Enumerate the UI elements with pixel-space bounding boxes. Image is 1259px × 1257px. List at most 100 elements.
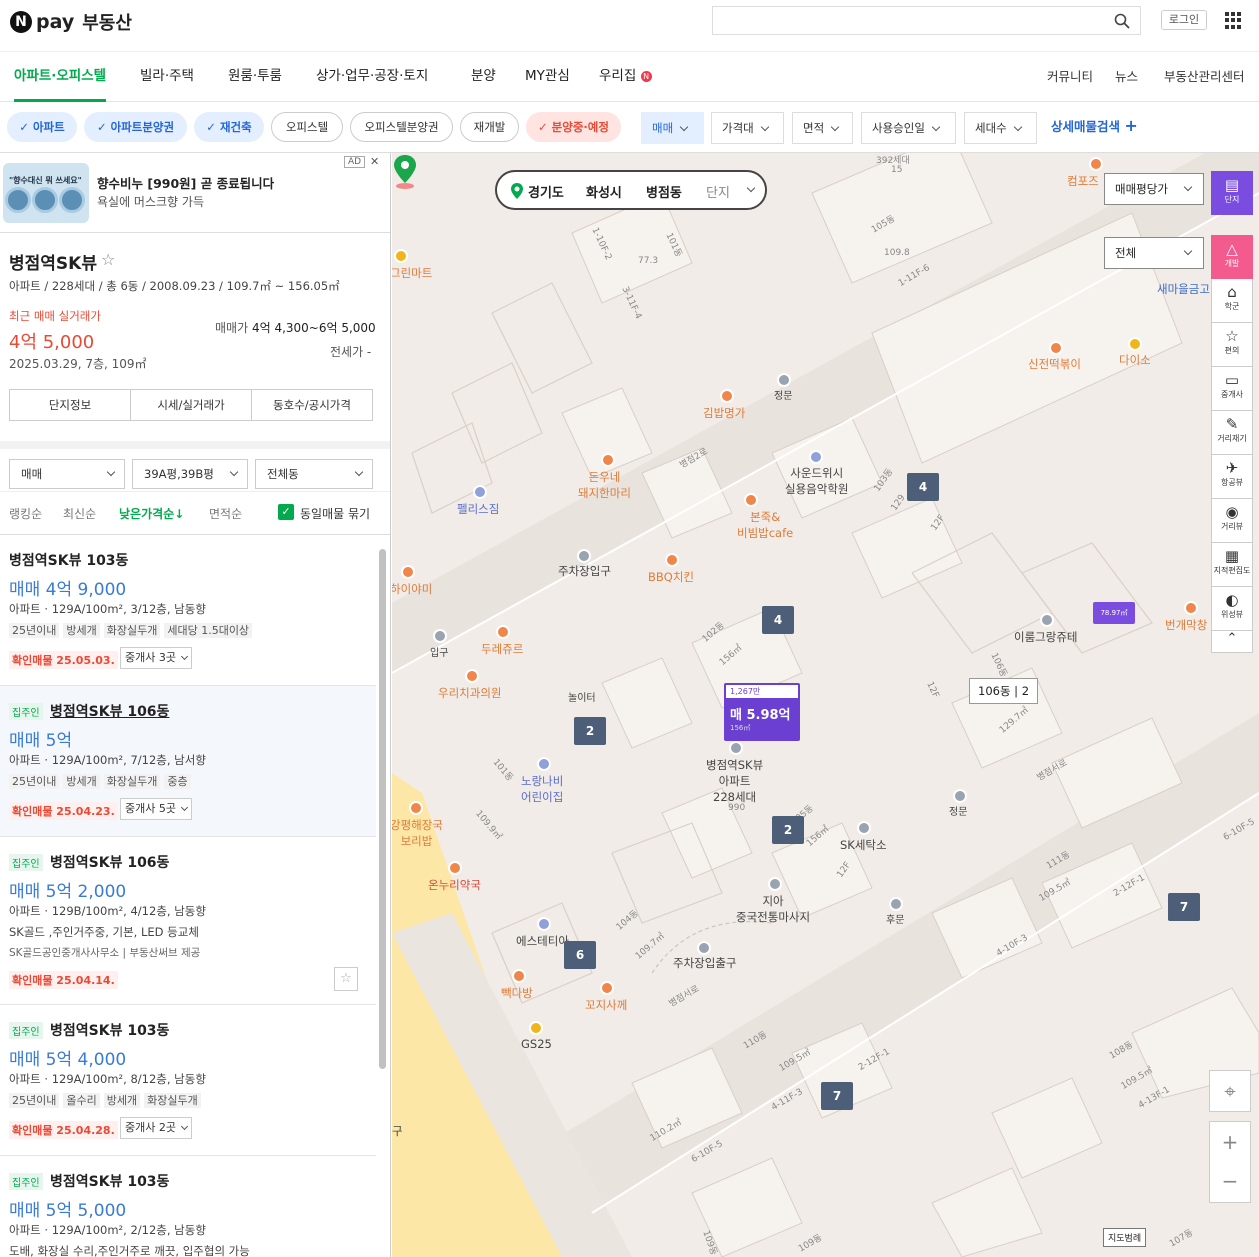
listing-item[interactable]: 집주인 병점역SK뷰 106동 매매 5억 2,000 아파트 · 129B/1… bbox=[0, 837, 376, 1005]
academy-icon[interactable] bbox=[809, 450, 823, 464]
restaurant-icon[interactable] bbox=[409, 801, 423, 815]
poi-label[interactable]: 하이야미 bbox=[392, 581, 432, 597]
chip-apartment[interactable]: ✓ 아파트 bbox=[7, 112, 77, 142]
login-button[interactable]: 로그인 bbox=[1161, 10, 1207, 30]
select-area[interactable]: 면적 bbox=[792, 112, 853, 144]
favorite-star-icon[interactable]: ☆ bbox=[334, 967, 358, 991]
tool-aerial[interactable]: ✈ 항공뷰 bbox=[1211, 455, 1253, 499]
listing-area-select[interactable]: 39A평,39B평 bbox=[132, 459, 248, 489]
poi-label[interactable]: 후문 bbox=[886, 911, 904, 926]
collapse-toolbar-button[interactable]: ⌃ bbox=[1211, 631, 1253, 653]
tool-cadastral[interactable]: ▦ 지적편집도 bbox=[1211, 543, 1253, 587]
poi-label[interactable]: 두레쥬르 bbox=[481, 641, 523, 657]
poi-label[interactable]: 우리치과의원 bbox=[438, 685, 501, 701]
selected-location-pin-icon[interactable] bbox=[392, 153, 418, 189]
poi-label[interactable]: 펠리스짐 bbox=[457, 501, 499, 517]
restaurant-icon[interactable] bbox=[1049, 341, 1063, 355]
poi-label[interactable]: GS25 bbox=[521, 1037, 552, 1051]
gate-icon[interactable] bbox=[889, 897, 903, 911]
agent-count-dropdown[interactable]: 중개사 2곳 bbox=[120, 1117, 192, 1139]
agent-count-dropdown[interactable]: 중개사 3곳 bbox=[120, 647, 192, 669]
sort-latest[interactable]: 최신순 bbox=[63, 505, 96, 522]
tab-villa[interactable]: 빌라·주택 bbox=[140, 52, 194, 102]
restaurant-icon[interactable] bbox=[744, 493, 758, 507]
tool-development[interactable]: △ 개발 bbox=[1211, 235, 1253, 279]
poi-label[interactable]: 김밥명가 bbox=[703, 405, 745, 421]
poi-label[interactable]: SK세탁소 bbox=[840, 837, 887, 853]
poi-label[interactable]: 지아 중국전통마사지 bbox=[736, 893, 810, 925]
nav-news[interactable]: 뉴스 bbox=[1115, 52, 1138, 102]
nav-community[interactable]: 커뮤니티 bbox=[1047, 52, 1093, 102]
mart-icon[interactable] bbox=[394, 249, 408, 263]
tool-distance[interactable]: ✎ 거리재기 bbox=[1211, 411, 1253, 455]
gym-icon[interactable] bbox=[473, 485, 487, 499]
poi-label[interactable]: 놀이터 bbox=[568, 689, 596, 704]
region-breadcrumb[interactable]: 경기도 화성시 병점동 단지 bbox=[495, 170, 767, 210]
restaurant-icon[interactable] bbox=[1184, 601, 1198, 615]
chip-reconstruction[interactable]: ✓ 재건축 bbox=[194, 112, 264, 142]
gate-icon[interactable] bbox=[777, 373, 791, 387]
poi-label[interactable]: 빽다방 bbox=[501, 985, 533, 1001]
poi-label[interactable]: 사운드위시 실용음악학원 bbox=[785, 465, 848, 497]
my-location-button[interactable]: ⌖ bbox=[1209, 1070, 1251, 1112]
nav-management-center[interactable]: 부동산관리센터 bbox=[1164, 52, 1245, 102]
tool-agent[interactable]: ▭ 중개사 bbox=[1211, 367, 1253, 411]
map-filter-select[interactable]: 전체 bbox=[1104, 237, 1204, 269]
poi-label[interactable]: 온누리약국 bbox=[428, 877, 481, 893]
convenience-store-icon[interactable] bbox=[529, 1021, 543, 1035]
tab-oneroom[interactable]: 원룸·투룸 bbox=[228, 52, 282, 102]
tab-unit-price[interactable]: 동호수/공시가격 bbox=[252, 390, 372, 420]
pharmacy-icon[interactable] bbox=[448, 861, 462, 875]
bakery-icon[interactable] bbox=[496, 625, 510, 639]
poi-label[interactable]: 컴포즈 bbox=[1067, 173, 1099, 189]
zoom-out-button[interactable]: − bbox=[1209, 1161, 1251, 1203]
listing-cluster[interactable]: 4 bbox=[907, 473, 939, 501]
listing-cluster[interactable]: 2 bbox=[574, 717, 606, 745]
detail-search-button[interactable]: 상세매물검색 + bbox=[1051, 116, 1138, 135]
hospital-icon[interactable] bbox=[465, 669, 479, 683]
naver-pay-logo[interactable]: N pay 부동산 bbox=[10, 9, 132, 35]
poi-label[interactable]: 주차장입구 bbox=[558, 563, 611, 579]
restaurant-icon[interactable] bbox=[600, 981, 614, 995]
listing-item[interactable]: 집주인 병점역SK뷰 103동 매매 5억 4,000 아파트 · 129A/1… bbox=[0, 1005, 376, 1156]
tool-school[interactable]: ⌂ 학군 bbox=[1211, 279, 1253, 323]
building-tag[interactable]: 106동 | 2 bbox=[969, 678, 1039, 704]
breadcrumb-city[interactable]: 화성시 bbox=[586, 182, 622, 201]
poi-label[interactable]: 신전떡볶이 bbox=[1028, 356, 1081, 372]
search-icon[interactable] bbox=[1114, 13, 1130, 29]
breadcrumb-province[interactable]: 경기도 bbox=[528, 182, 564, 201]
cafe-icon[interactable] bbox=[512, 969, 526, 983]
poi-label[interactable]: 정문 bbox=[774, 387, 792, 402]
poi-label[interactable]: 새마을금고 bbox=[1157, 281, 1210, 297]
tool-streetview[interactable]: ◉ 거리뷰 bbox=[1211, 499, 1253, 543]
listing-cluster[interactable]: 7 bbox=[1168, 893, 1200, 921]
sort-ranking[interactable]: 랭킹순 bbox=[9, 505, 42, 522]
beauty-icon[interactable] bbox=[537, 917, 551, 931]
poi-label[interactable]: 돈우네 돼지한마리 bbox=[578, 469, 631, 501]
parking-icon[interactable] bbox=[577, 549, 591, 563]
tab-commercial[interactable]: 상가·업무·공장·토지 bbox=[316, 52, 428, 102]
tool-convenience[interactable]: ☆ 편의 bbox=[1211, 323, 1253, 367]
parking-icon[interactable] bbox=[697, 941, 711, 955]
zoom-in-button[interactable]: + bbox=[1209, 1121, 1251, 1163]
select-trade-type[interactable]: 매매 bbox=[641, 112, 704, 144]
tab-market-price[interactable]: 시세/실거래가 bbox=[131, 390, 252, 420]
sort-low-price[interactable]: 낮은가격순↓ bbox=[119, 505, 184, 522]
scrollbar-thumb[interactable] bbox=[379, 549, 386, 1069]
map-view[interactable]: 그린마트 김밥명가 정문 사운드위시 실용음악학원 돈우네 돼지한마리 본죽& … bbox=[392, 153, 1259, 1257]
listing-item[interactable]: 집주인 병점역SK뷰 106동 매매 5억 아파트 · 129A/100m², … bbox=[0, 686, 376, 837]
complex-icon[interactable] bbox=[729, 741, 743, 755]
restaurant-icon[interactable] bbox=[665, 553, 679, 567]
poi-label[interactable]: 주차장입출구 bbox=[673, 955, 736, 971]
poi-label[interactable]: 꼬지사께 bbox=[585, 997, 627, 1013]
chip-presale-upcoming[interactable]: ✓ 분양중·예정 bbox=[526, 112, 621, 142]
map-legend-button[interactable]: 지도범례 bbox=[1103, 1228, 1147, 1247]
poi-label[interactable]: 다이소 bbox=[1119, 352, 1151, 368]
chevron-down-icon[interactable] bbox=[746, 183, 756, 193]
listing-type-select[interactable]: 매매 bbox=[9, 459, 125, 489]
tab-my-home[interactable]: 우리집 N bbox=[599, 52, 652, 102]
map-price-type-select[interactable]: 매매평당가 bbox=[1104, 173, 1204, 205]
massage-icon[interactable] bbox=[768, 877, 782, 891]
area-marker[interactable]: 78.97㎡ bbox=[1093, 602, 1135, 624]
poi-label[interactable]: 강평해장국 보리밥 bbox=[392, 817, 443, 849]
